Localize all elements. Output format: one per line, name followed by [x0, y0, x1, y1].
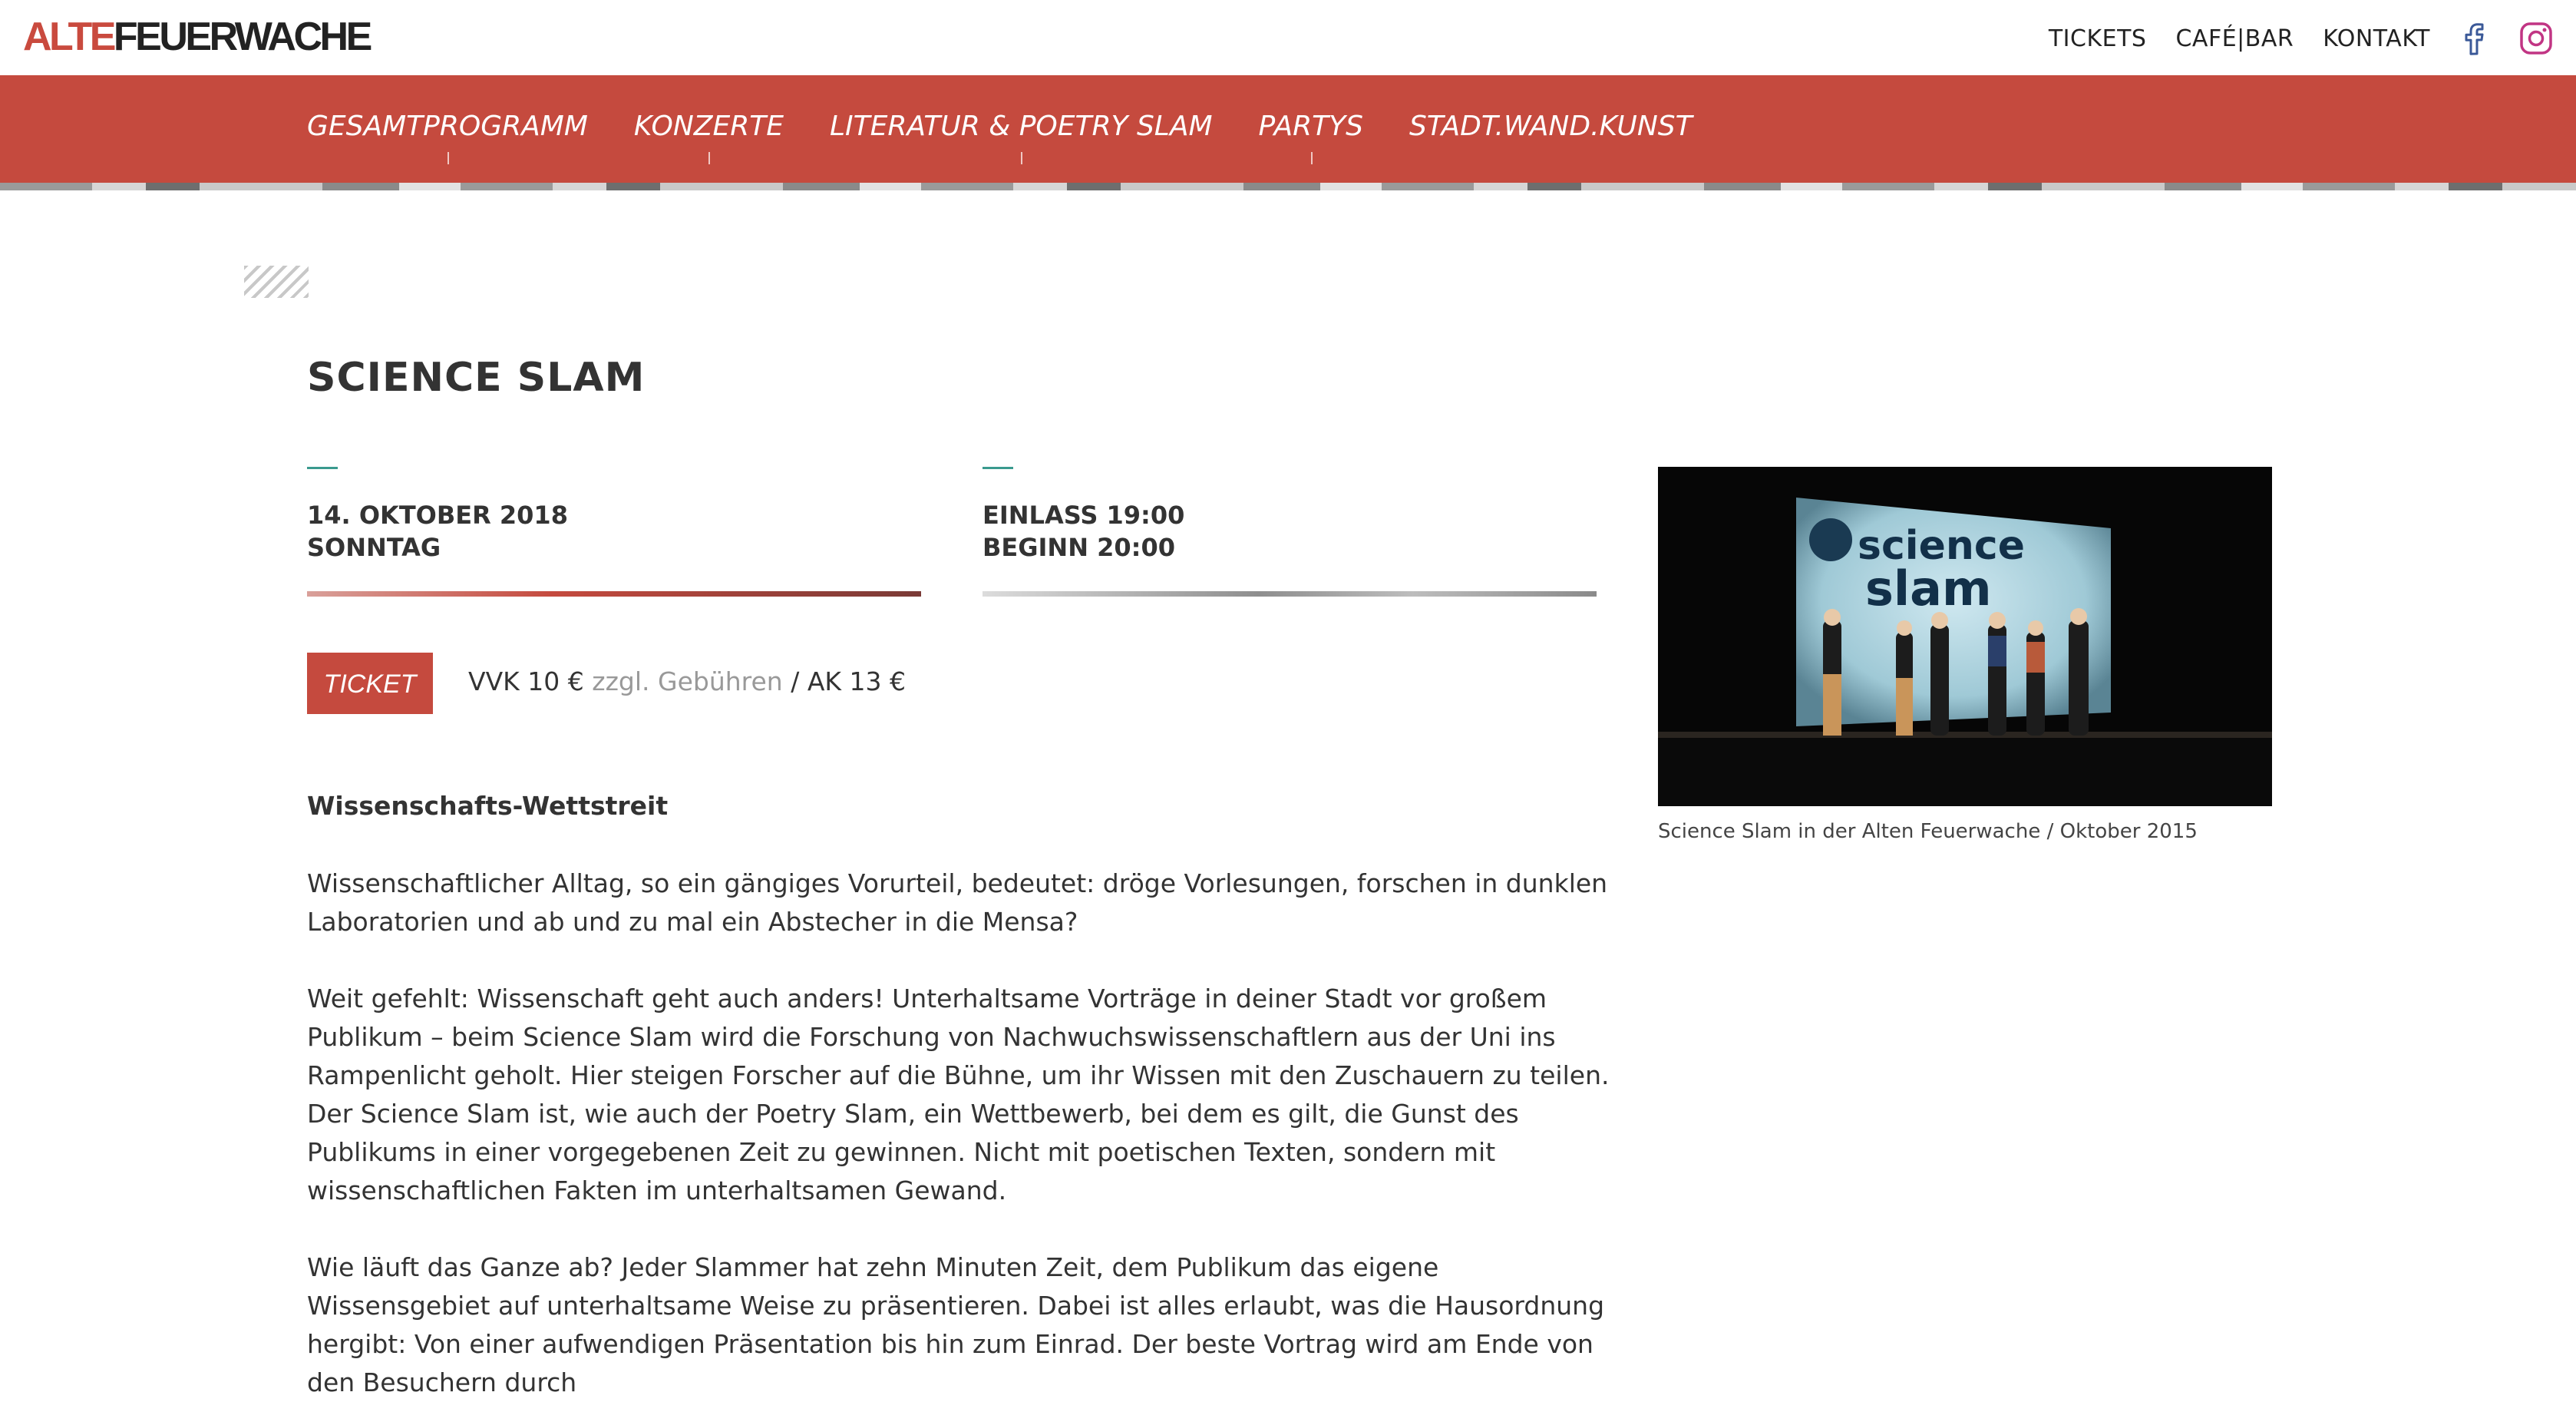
logo-feuerwache: FEUERWACHE [113, 15, 372, 59]
paragraph: Der Science Slam ist, wie auch der Poetr… [307, 1099, 1519, 1205]
screen-text-slam: slam [1865, 560, 1992, 617]
main-navigation: GESAMTPROGRAMM KONZERTE LITERATUR & POET… [0, 75, 2576, 183]
nav-item-label: STADT.WAND.KUNST [1409, 111, 1693, 142]
event-time-block: EINLASS 19:00 BEGINN 20:00 [983, 499, 1184, 564]
nav-item-literatur-poetry-slam[interactable]: LITERATUR & POETRY SLAM [829, 111, 1213, 164]
image-caption: Science Slam in der Alten Feuerwache / O… [1658, 820, 2198, 843]
logo-alte: ALTE [23, 15, 116, 59]
nav-tick [708, 152, 711, 164]
nav-item-label: GESAMTPROGRAMM [307, 111, 588, 142]
page-title: SCIENCE SLAM [307, 355, 646, 401]
nav-tick [447, 152, 449, 164]
accent-dash [307, 467, 338, 469]
nav-item-gesamtprogramm[interactable]: GESAMTPROGRAMM [307, 111, 588, 164]
event-date: 14. OKTOBER 2018 [307, 501, 568, 530]
price-fees: zzgl. Gebühren [592, 666, 783, 696]
event-date-block: 14. OKTOBER 2018 SONNTAG [307, 499, 568, 564]
nav-item-label: LITERATUR & POETRY SLAM [829, 111, 1213, 142]
paragraph: Weit gefehlt: Wissenschaft geht auch and… [307, 984, 1610, 1090]
nav-item-label: KONZERTE [633, 111, 784, 142]
event-beginn: BEGINN 20:00 [983, 533, 1175, 562]
nav-item-partys[interactable]: PARTYS [1258, 111, 1363, 164]
nav-cafe-bar-link[interactable]: CAFÉ|BAR [2175, 25, 2294, 52]
paragraph: Wissenschaftlicher Alltag, so ein gängig… [307, 868, 1608, 937]
event-weekday: SONNTAG [307, 533, 441, 562]
instagram-icon[interactable] [2519, 21, 2553, 55]
nav-item-label: PARTYS [1258, 111, 1363, 142]
logo[interactable]: ALTEFEUERWACHE [23, 15, 372, 59]
decorative-stripe [0, 183, 2576, 190]
top-bar: ALTEFEUERWACHE TICKETS CAFÉ|BAR KONTAKT [0, 0, 2576, 75]
paragraph: Wie läuft das Ganze ab? Jeder Slammer ha… [307, 1252, 1605, 1397]
nav-item-stadt-wand-kunst[interactable]: STADT.WAND.KUNST [1409, 111, 1693, 142]
hatch-decoration [244, 266, 309, 298]
nav-item-konzerte[interactable]: KONZERTE [633, 111, 784, 164]
nav-tick [1021, 152, 1023, 164]
section-subheading: Wissenschafts-Wettstreit [307, 791, 669, 821]
price-vvk: VVK 10 € [468, 666, 584, 696]
accent-dash [983, 467, 1013, 469]
facebook-icon[interactable] [2458, 21, 2492, 55]
event-einlass: EINLASS 19:00 [983, 501, 1185, 530]
nav-tickets-link[interactable]: TICKETS [2049, 25, 2147, 52]
time-underline [983, 591, 1597, 597]
event-photo: science slam [1658, 467, 2272, 806]
top-navigation: TICKETS CAFÉ|BAR KONTAKT [2020, 18, 2553, 58]
ticket-button[interactable]: TICKET [307, 653, 433, 714]
nav-tick [1310, 152, 1313, 164]
price-info: VVK 10 € zzgl. Gebühren / AK 13 € [468, 666, 906, 696]
price-ak: / AK 13 € [791, 666, 907, 696]
nav-kontakt-link[interactable]: KONTAKT [2323, 25, 2430, 52]
date-underline [307, 591, 921, 597]
